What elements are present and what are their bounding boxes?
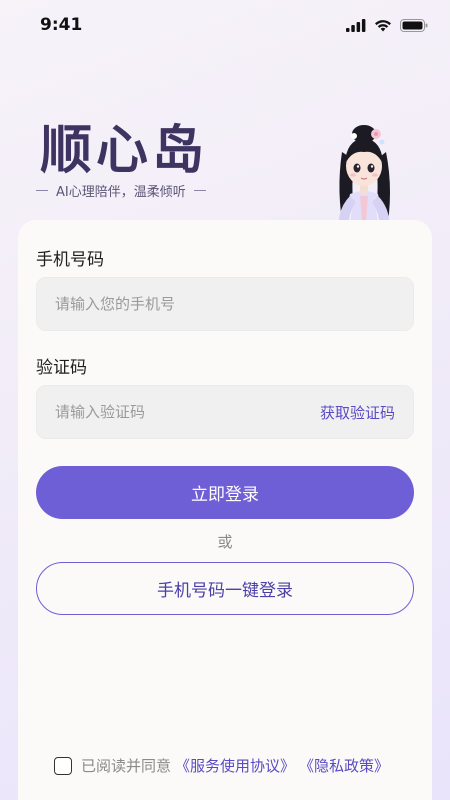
agreement-texts: 已阅读并同意 《服务使用协议》 《隐私政策》 [81,755,389,776]
code-input[interactable] [55,403,320,421]
subtitle-dash-right [193,190,206,191]
subtitle-dash-left [36,190,48,191]
subtitle-text: AI心理陪伴，温柔倾听 [56,185,186,200]
get-code-button[interactable]: 获取验证码 [320,402,395,423]
battery-icon [400,18,428,32]
code-field[interactable]: 获取验证码 [36,385,414,439]
wifi-icon [375,19,391,31]
app-subtitle: AI心理陪伴，温柔倾听 [36,181,206,200]
code-label: 验证码 [36,358,87,378]
status-time: 9:41 [40,15,83,35]
status-bar: 9:41 [0,0,450,50]
app-title: 顺心岛 [40,121,209,181]
phone-field[interactable] [36,277,414,331]
one-click-login-button[interactable]: 手机号码一键登录 [36,562,414,615]
phone-label: 手机号码 [36,250,104,270]
agreement-prefix: 已阅读并同意 [81,757,172,775]
status-icons [346,18,428,32]
signal-icon [346,18,366,32]
agreement-checkbox[interactable] [54,756,72,775]
agreement-row: 已阅读并同意 《服务使用协议》 《隐私政策》 [54,755,389,776]
service-agreement-link[interactable]: 《服务使用协议》 [175,755,295,776]
phone-input[interactable] [55,295,395,313]
or-divider: 或 [217,533,233,551]
privacy-policy-link[interactable]: 《隐私政策》 [299,755,389,776]
login-button[interactable]: 立即登录 [36,466,414,519]
